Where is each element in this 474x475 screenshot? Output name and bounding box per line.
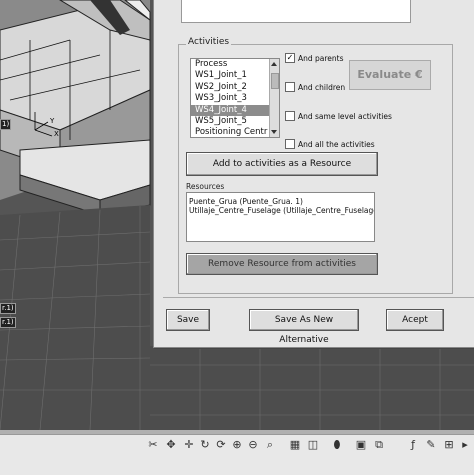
scroll-down-icon[interactable] (271, 130, 277, 134)
checkbox-and-children[interactable]: And children (285, 82, 345, 92)
fx-icon[interactable]: ƒ (406, 438, 420, 452)
checkbox-checked-icon[interactable]: ✓ (285, 53, 295, 63)
list-item[interactable]: WS5_Joint_5 (191, 116, 279, 127)
scroll-up-icon[interactable] (271, 62, 277, 66)
list-item[interactable]: Utillaje_Centre_Fuselage (Utillaje_Centr… (189, 206, 374, 215)
list-item-selected[interactable]: WS4_Joint_4 (191, 104, 279, 116)
resources-listbox[interactable]: Puente_Grua (Puente_Grua. 1) Utillaje_Ce… (186, 192, 375, 242)
orbit-icon[interactable]: ⟳ (214, 438, 228, 452)
multi-view-icon[interactable]: ▦ (288, 438, 302, 452)
viewport-label: r.1) (0, 303, 16, 314)
remove-resource-button[interactable]: Remove Resource from activities (186, 253, 378, 275)
checkbox-and-parents[interactable]: ✓ And parents (285, 53, 344, 63)
scissors-pan-icon[interactable]: ✂ (146, 438, 160, 452)
fly-icon[interactable]: ↻ (198, 438, 212, 452)
render-style-icon[interactable]: ⬮ (330, 438, 344, 452)
axis-x-label: X (54, 130, 59, 138)
divider (163, 297, 474, 298)
checkbox-label: And parents (298, 53, 344, 63)
normal-view-icon[interactable]: ⌕ (263, 438, 277, 452)
list-item[interactable]: Puente_Grua (Puente_Grua. 1) (189, 197, 372, 206)
viewport-label: r.1) (0, 317, 16, 328)
zoom-out-icon[interactable]: ⊖ (246, 438, 260, 452)
checkbox-and-all[interactable]: And all the activities (285, 139, 375, 149)
save-button[interactable]: Save (166, 309, 210, 331)
list-item[interactable]: WS2_Joint_2 (191, 82, 279, 93)
list-item[interactable]: WS1_Joint_1 (191, 70, 279, 81)
checkbox-label: And all the activities (298, 139, 375, 149)
more-icon[interactable]: ▸ (458, 438, 472, 452)
viewport-label: 1) (0, 119, 12, 130)
resources-label: Resources (186, 182, 225, 191)
hide-show-icon[interactable]: ▣ (354, 438, 368, 452)
zoom-in-icon[interactable]: ⊕ (230, 438, 244, 452)
rotate-icon[interactable]: ✛ (182, 438, 196, 452)
checkbox-and-same-level[interactable]: And same level activities (285, 111, 392, 121)
axis-y-label: Y (50, 117, 55, 125)
evaluate-button[interactable]: Evaluate € (349, 60, 431, 90)
save-as-new-alternative-button[interactable]: Save As New Alternative (249, 309, 359, 345)
scroll-thumb[interactable] (271, 73, 279, 89)
checkbox-label: And same level activities (298, 111, 392, 121)
checkbox-icon[interactable] (285, 139, 295, 149)
description-textarea[interactable] (181, 0, 411, 23)
list-item[interactable]: Positioning Centr (191, 127, 279, 137)
iso-view-icon[interactable]: ◫ (306, 438, 320, 452)
activities-group-title: Activities (186, 37, 232, 47)
checkbox-label: And children (298, 82, 346, 92)
list-item[interactable]: Process (191, 59, 279, 70)
checkbox-icon[interactable] (285, 82, 295, 92)
list-scrollbar[interactable] (269, 59, 279, 137)
comment-icon[interactable]: ✎ (424, 438, 438, 452)
activities-listbox[interactable]: Process WS1_Joint_1 WS2_Joint_2 WS3_Join… (190, 58, 280, 138)
fit-all-icon[interactable]: ✥ (164, 438, 178, 452)
measure-icon[interactable]: ⊞ (442, 438, 456, 452)
checkbox-icon[interactable] (285, 111, 295, 121)
list-item[interactable]: WS3_Joint_3 (191, 93, 279, 104)
accept-button[interactable]: Acept (386, 309, 444, 331)
add-resource-button[interactable]: Add to activities as a Resource (186, 152, 378, 176)
swap-visible-icon[interactable]: ⧉ (372, 438, 386, 452)
view-toolbar: ✂ ✥ ✛ ↻ ⟳ ⊕ ⊖ ⌕ ▦ ◫ ⬮ ▣ ⧉ ƒ ✎ ⊞ ▸ (0, 434, 474, 475)
